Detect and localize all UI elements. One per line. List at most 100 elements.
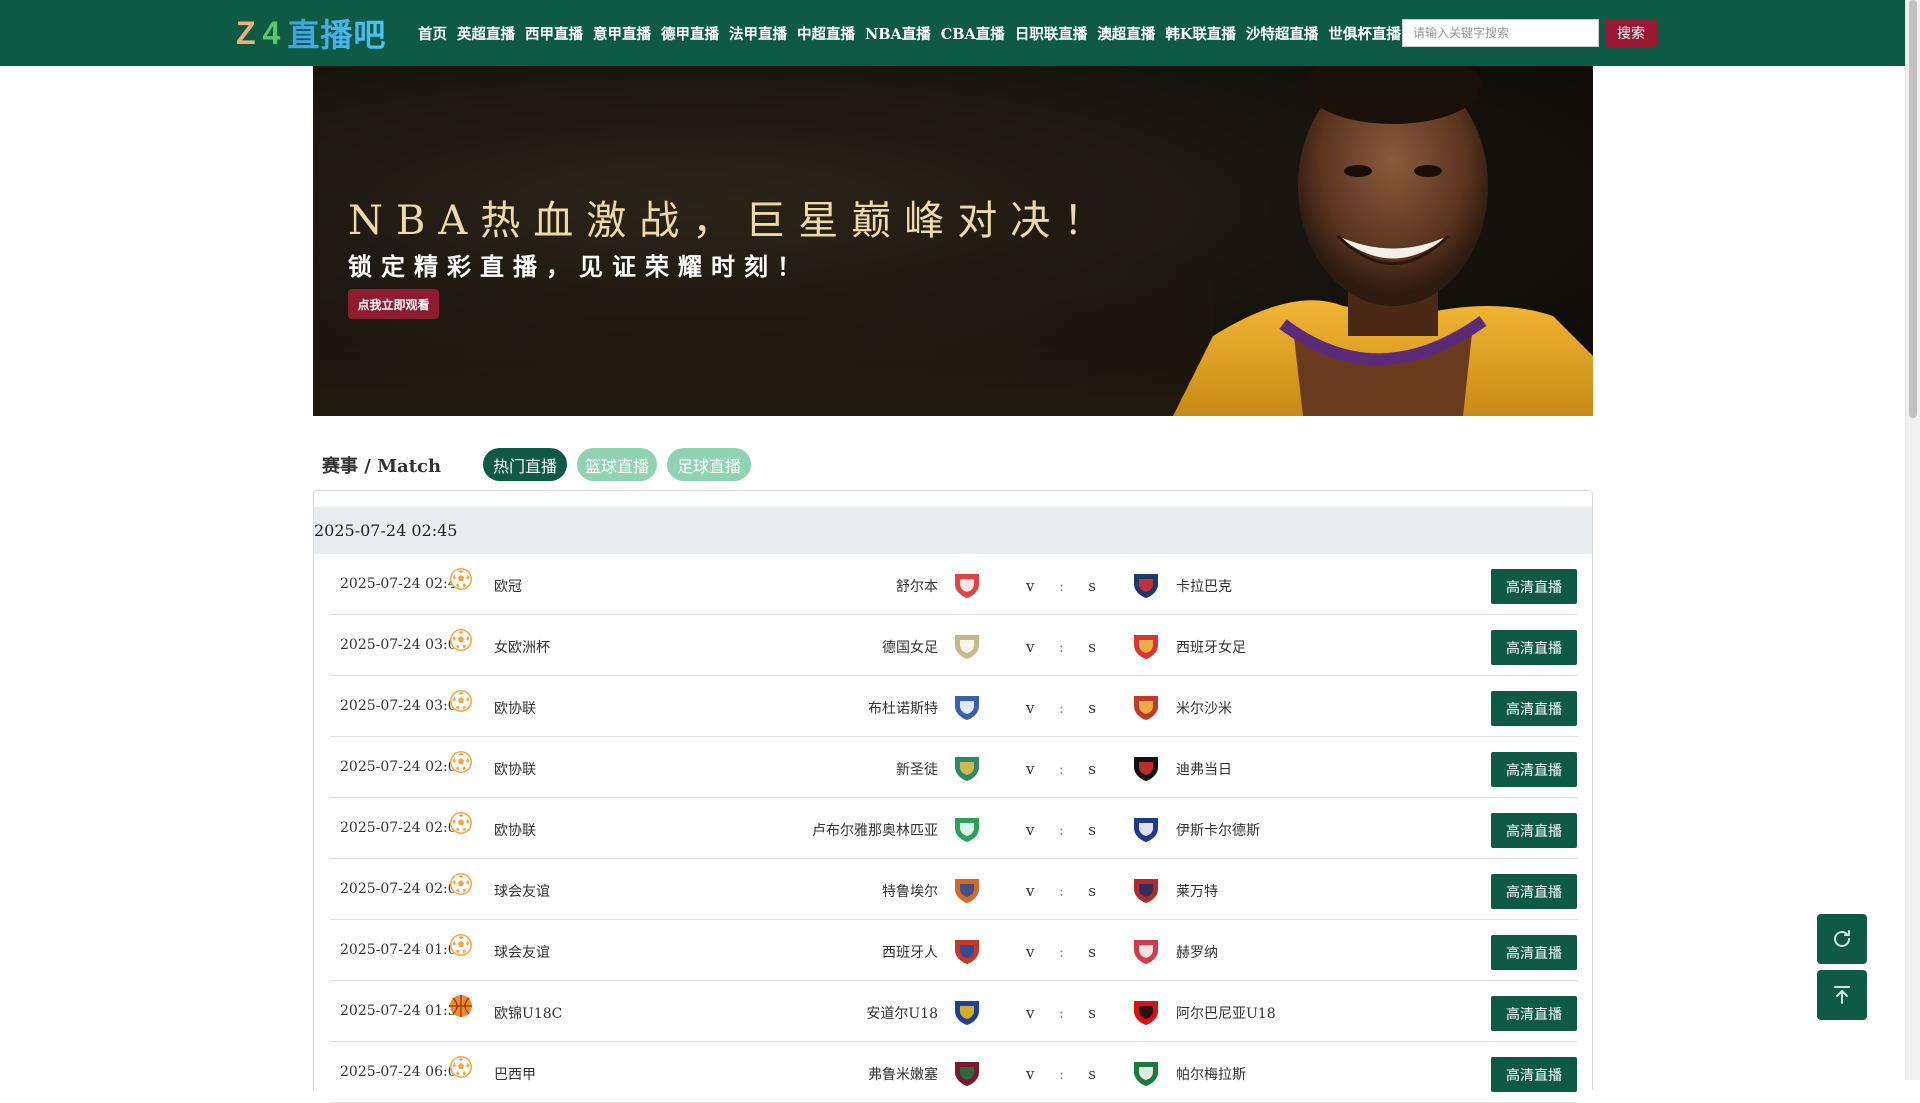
hd-live-button[interactable]: 高清直播: [1491, 630, 1577, 665]
home-team-name: 布杜诺斯特: [868, 701, 938, 717]
home-team-logo: [952, 693, 982, 721]
away-team-logo: [1131, 998, 1161, 1026]
away-crest-icon: [1134, 574, 1158, 598]
score-colon: :: [1058, 699, 1064, 717]
nav-link[interactable]: 意甲直播: [588, 23, 656, 44]
nav-link[interactable]: 沙特超直播: [1241, 23, 1324, 44]
away-team-logo: [1131, 815, 1161, 843]
hd-live-button[interactable]: 高清直播: [1491, 1057, 1577, 1092]
site-logo[interactable]: Z 4 直播吧: [236, 14, 386, 55]
nav-link[interactable]: 德甲直播: [656, 23, 724, 44]
hero-banner[interactable]: NBA热血激战，巨星巅峰对决！ 锁定精彩直播，见证荣耀时刻！ 点我立即观看: [313, 66, 1593, 416]
watch-now-button[interactable]: 点我立即观看: [348, 289, 439, 319]
logo-letter-z: Z: [236, 14, 257, 51]
nav-link[interactable]: 世俱杯直播: [1323, 23, 1406, 44]
nav-link[interactable]: NBA直播: [860, 23, 936, 44]
search-input[interactable]: [1402, 19, 1599, 47]
player-photo: [1173, 66, 1593, 416]
league-name: 球会友谊: [494, 884, 550, 900]
away-team-logo: [1131, 693, 1161, 721]
nav-link[interactable]: 首页: [413, 23, 452, 44]
score-placeholder: v: s: [1026, 943, 1096, 961]
hd-live-button[interactable]: 高清直播: [1491, 935, 1577, 970]
home-crest-icon: [955, 757, 979, 781]
score-s: s: [1088, 1004, 1096, 1022]
score-s: s: [1088, 882, 1096, 900]
hd-live-button[interactable]: 高清直播: [1491, 691, 1577, 726]
score-placeholder: v: s: [1026, 882, 1096, 900]
away-team-logo: [1131, 571, 1161, 599]
score-colon: :: [1058, 1065, 1064, 1083]
home-crest-icon: [955, 1062, 979, 1086]
home-team-logo: [952, 815, 982, 843]
refresh-button[interactable]: [1817, 914, 1867, 964]
match-list-panel: 2025-07-24 02:45 2025-07-24 02:45 欧冠 舒尔本 v:…: [313, 490, 1593, 1103]
sport-badge: [449, 872, 473, 896]
match-row: 2025-07-24 01:00 球会友谊 西班牙人 v: s 赫罗纳 高清直播: [330, 920, 1578, 981]
score-colon: :: [1058, 1004, 1064, 1022]
hd-live-button[interactable]: 高清直播: [1491, 569, 1577, 604]
match-time: 2025-07-24 02:00: [340, 820, 466, 836]
away-team-logo: [1131, 754, 1161, 782]
football-icon: [450, 873, 472, 895]
football-icon: [450, 934, 472, 956]
nav-link[interactable]: 韩K联直播: [1160, 23, 1241, 44]
scrollbar-thumb[interactable]: [1909, 0, 1917, 418]
match-row: 2025-07-24 02:00 欧协联 卢布尔雅那奥林匹亚 v: s 伊斯卡尔德斯 高清直…: [330, 798, 1578, 859]
match-time: 2025-07-24 06:00: [340, 1064, 466, 1080]
back-to-top-button[interactable]: [1817, 970, 1867, 1020]
hd-live-button[interactable]: 高清直播: [1491, 752, 1577, 787]
nav-link[interactable]: 中超直播: [792, 23, 860, 44]
football-icon: [450, 690, 472, 712]
home-team-name: 特鲁埃尔: [882, 884, 938, 900]
home-team-logo: [952, 632, 982, 660]
sport-badge: [449, 933, 473, 957]
score-v: v: [1026, 699, 1035, 717]
tab-hot-live[interactable]: 热门直播: [483, 448, 567, 481]
hd-live-button[interactable]: 高清直播: [1491, 813, 1577, 848]
main-nav: 首页 英超直播 西甲直播 意甲直播 德甲直播 法甲直播 中超直播 NBA直播 CBA直播 日职联直…: [413, 0, 1406, 66]
football-icon: [450, 1056, 472, 1078]
home-team-name: 安道尔U18: [866, 1006, 938, 1022]
away-team-name: 阿尔巴尼亚U18: [1176, 1006, 1276, 1022]
match-time: 2025-07-24 02:45: [340, 576, 466, 592]
score-colon: :: [1058, 577, 1064, 595]
hd-live-button[interactable]: 高清直播: [1491, 996, 1577, 1031]
match-time: 2025-07-24 02:00: [340, 759, 466, 775]
nav-link[interactable]: 法甲直播: [724, 23, 792, 44]
nav-link[interactable]: CBA直播: [936, 23, 1010, 44]
nav-link[interactable]: 西甲直播: [520, 23, 588, 44]
home-team-name: 弗鲁米嫩塞: [868, 1067, 938, 1083]
date-header: 2025-07-24 02:45: [314, 507, 1592, 554]
nav-link[interactable]: 英超直播: [452, 23, 520, 44]
search-button[interactable]: 搜索: [1605, 19, 1657, 47]
away-team-name: 莱万特: [1176, 884, 1218, 900]
home-team-logo: [952, 876, 982, 904]
league-name: 欧协联: [494, 823, 536, 839]
away-team-name: 西班牙女足: [1176, 640, 1246, 656]
match-time: 2025-07-24 01:30: [340, 1003, 466, 1019]
home-team-name: 新圣徒: [896, 762, 938, 778]
logo-text: 直播吧: [287, 10, 386, 56]
score-v: v: [1026, 577, 1035, 595]
match-time: 2025-07-24 02:00: [340, 881, 466, 897]
basketball-icon: [450, 995, 472, 1017]
score-v: v: [1026, 1004, 1035, 1022]
tab-basketball-live[interactable]: 篮球直播: [577, 448, 657, 481]
score-placeholder: v: s: [1026, 638, 1096, 656]
home-team-name: 舒尔本: [896, 579, 938, 595]
sport-badge: [449, 689, 473, 713]
home-crest-icon: [955, 574, 979, 598]
match-time: 2025-07-24 01:00: [340, 942, 466, 958]
away-crest-icon: [1134, 757, 1158, 781]
tab-football-live[interactable]: 足球直播: [667, 448, 751, 481]
hd-live-button[interactable]: 高清直播: [1491, 874, 1577, 909]
match-row: 2025-07-24 03:00 女欧洲杯 德国女足 v: s 西班牙女足 高清直播: [330, 615, 1578, 676]
page-scrollbar[interactable]: [1905, 0, 1920, 1080]
away-crest-icon: [1134, 879, 1158, 903]
away-crest-icon: [1134, 1062, 1158, 1086]
nav-link[interactable]: 日职联直播: [1010, 23, 1093, 44]
score-colon: :: [1058, 760, 1064, 778]
home-crest-icon: [955, 818, 979, 842]
nav-link[interactable]: 澳超直播: [1092, 23, 1160, 44]
